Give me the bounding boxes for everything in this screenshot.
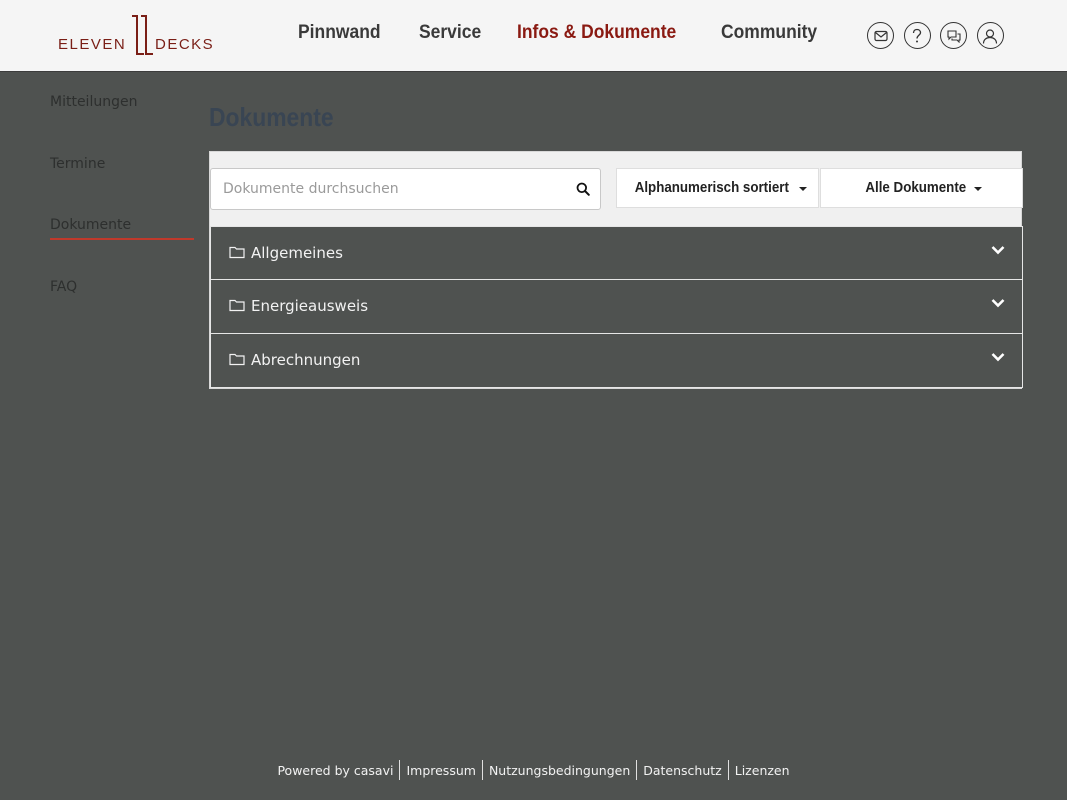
folder-label: Allgemeines [251, 244, 343, 262]
page-title: Dokumente [209, 102, 334, 132]
caret-down-icon [798, 187, 807, 191]
chat-icon [946, 29, 961, 43]
top-header: ELEVEN DECKS Pinnwand Service Infos & Do… [0, 0, 1067, 72]
footer-link-datenschutz[interactable]: Datenschutz [637, 763, 728, 778]
sidebar-item-label: FAQ [50, 278, 78, 295]
mail-button[interactable] [867, 22, 894, 49]
sidebar-item-faq[interactable]: FAQ [50, 279, 194, 341]
folder-item-abrechnungen[interactable]: Abrechnungen [210, 334, 1023, 388]
help-icon [912, 28, 922, 42]
help-button[interactable] [903, 22, 931, 49]
chevron-down-icon[interactable] [991, 245, 1005, 255]
footer: Powered by casavi Impressum Nutzungsbedi… [0, 760, 1067, 780]
sidebar-item-dokumente[interactable]: Dokumente [50, 217, 194, 279]
chevron-down-icon[interactable] [991, 352, 1005, 362]
nav-pinnwand[interactable]: Pinnwand [298, 22, 381, 44]
chevron-down-icon[interactable] [991, 298, 1005, 308]
footer-link-casavi[interactable]: Powered by casavi [271, 763, 399, 778]
header-icons [867, 22, 1013, 49]
sort-dropdown[interactable]: Alphanumerisch sortiert [616, 168, 819, 208]
folder-icon [229, 299, 245, 312]
sidebar-item-mitteilungen[interactable]: Mitteilungen [50, 94, 194, 156]
caret-down-icon [973, 187, 982, 191]
nav-community[interactable]: Community [721, 22, 817, 44]
folder-item-energieausweis[interactable]: Energieausweis [210, 280, 1023, 334]
eleven-decks-logo[interactable]: ELEVEN DECKS [58, 14, 218, 58]
sidebar-item-termine[interactable]: Termine [50, 156, 194, 218]
folder-label: Energieausweis [251, 297, 369, 315]
folder-icon [229, 246, 245, 259]
search-input[interactable] [223, 169, 563, 209]
sidebar-item-label: Termine [50, 155, 106, 172]
filter-dropdown-label: Alle Dokumente [865, 180, 967, 196]
sidebar: Mitteilungen Termine Dokumente FAQ [50, 94, 194, 340]
main-nav: Pinnwand Service Infos & Dokumente Commu… [298, 22, 857, 44]
folder-icon [229, 353, 245, 366]
search-box [210, 168, 601, 210]
search-icon[interactable] [576, 182, 590, 196]
filter-dropdown[interactable]: Alle Dokumente [820, 168, 1023, 208]
nav-infos-dokumente[interactable]: Infos & Dokumente [517, 22, 676, 44]
nav-service[interactable]: Service [419, 22, 481, 44]
sidebar-active-underline [50, 238, 194, 240]
chat-button[interactable] [940, 22, 967, 49]
footer-link-impressum[interactable]: Impressum [400, 763, 481, 778]
profile-button[interactable] [976, 22, 1004, 49]
footer-link-nutzungsbedingungen[interactable]: Nutzungsbedingungen [483, 763, 636, 778]
logo-mark-icon [132, 15, 153, 55]
folder-item-allgemeines[interactable]: Allgemeines [210, 226, 1023, 280]
sidebar-item-label: Dokumente [50, 217, 132, 233]
footer-link-lizenzen[interactable]: Lizenzen [729, 763, 796, 778]
sidebar-item-label: Mitteilungen [50, 94, 138, 110]
user-icon [982, 28, 998, 44]
logo-word-eleven: ELEVEN [58, 36, 127, 53]
folder-label: Abrechnungen [251, 351, 361, 369]
documents-panel: Alphanumerisch sortiert Alle Dokumente A… [209, 151, 1023, 389]
logo-word-decks: DECKS [155, 36, 215, 53]
sort-dropdown-label: Alphanumerisch sortiert [634, 180, 790, 196]
mail-icon [873, 30, 888, 41]
folder-list: Allgemeines Energieausweis Abrechnungen [210, 226, 1023, 388]
